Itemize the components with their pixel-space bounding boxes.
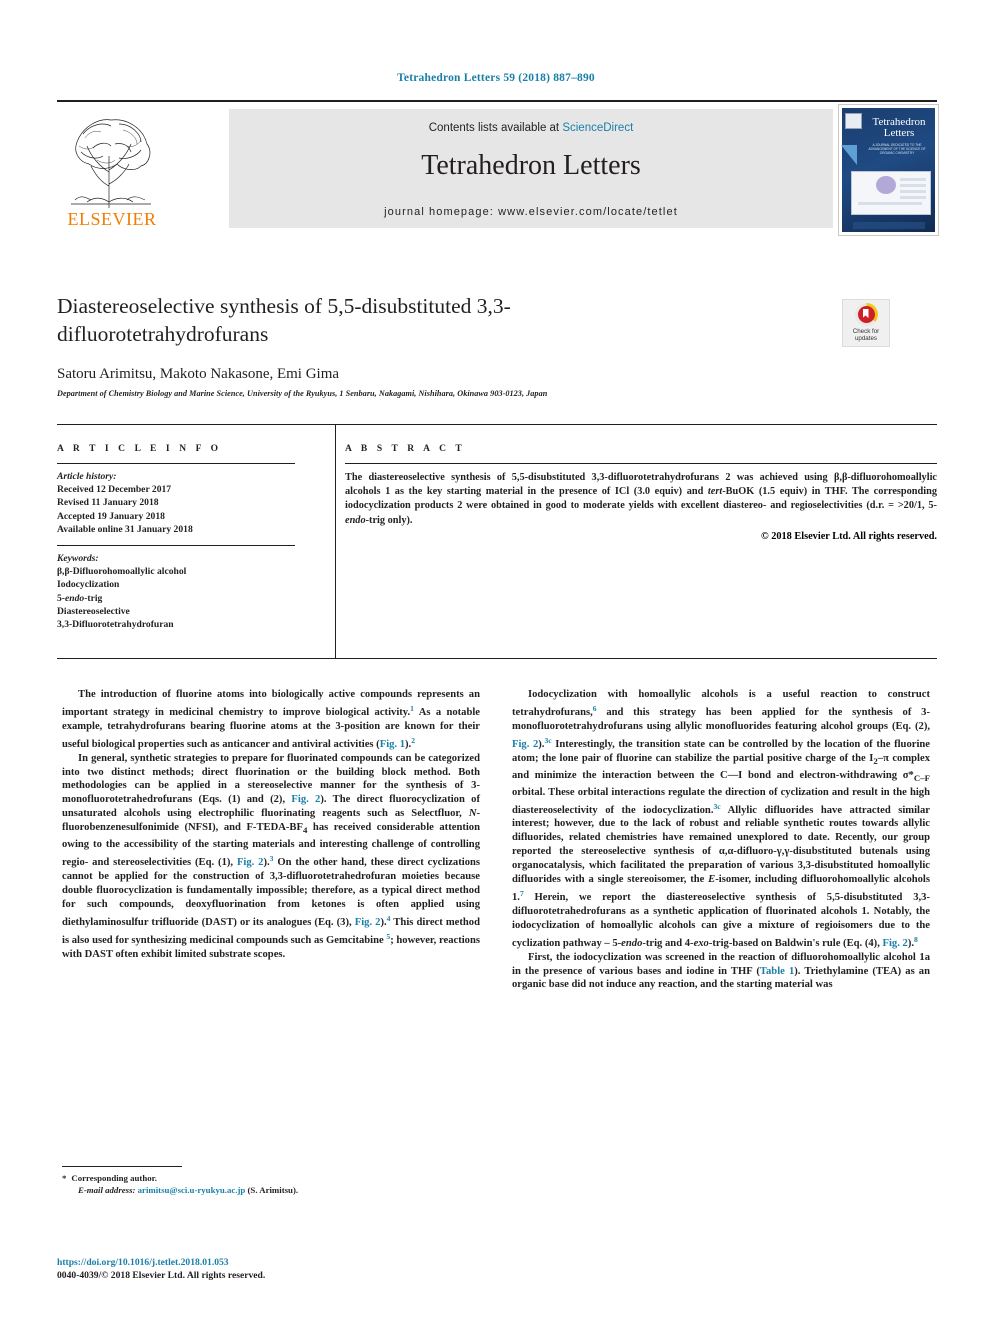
paragraph: First, the iodocyclization was screened … bbox=[512, 951, 930, 991]
running-head: Tetrahedron Letters 59 (2018) 887–890 bbox=[397, 72, 595, 84]
footnote-rule bbox=[62, 1166, 182, 1167]
issn-copyright-line: 0040-4039/© 2018 Elsevier Ltd. All right… bbox=[57, 1270, 266, 1281]
history-revised: Revised 11 January 2018 bbox=[57, 497, 159, 509]
abstract-column: A B S T R A C T The diastereoselective s… bbox=[345, 444, 937, 542]
masthead-top-rule bbox=[57, 100, 937, 102]
article-info-rule bbox=[57, 463, 295, 464]
corresponding-author-note: * Corresponding author. bbox=[62, 1172, 482, 1184]
elsevier-wordmark: ELSEVIER bbox=[67, 209, 157, 229]
email-label: E-mail address: bbox=[78, 1185, 136, 1196]
crossmark-icon bbox=[854, 303, 878, 326]
article-history: Article history: Received 12 December 20… bbox=[57, 470, 317, 536]
band-divider bbox=[335, 424, 336, 659]
article-history-label: Article history: bbox=[57, 471, 117, 482]
doi-block: https://doi.org/10.1016/j.tetlet.2018.01… bbox=[57, 1256, 517, 1282]
crossmark-line1: Check for bbox=[852, 328, 880, 335]
article-info-column: A R T I C L E I N F O Article history: R… bbox=[57, 444, 317, 631]
band-top-rule bbox=[57, 424, 937, 425]
keywords-list: Keywords: β,β-Difluorohomoallylic alcoho… bbox=[57, 552, 317, 631]
cover-text-bar bbox=[858, 202, 922, 205]
email-link[interactable]: arimitsu@sci.u-ryukyu.ac.jp bbox=[138, 1185, 246, 1195]
abstract-heading: A B S T R A C T bbox=[345, 444, 466, 454]
author-list: Satoru Arimitsu, Makoto Nakasone, Emi Gi… bbox=[57, 366, 657, 383]
history-online: Available online 31 January 2018 bbox=[57, 523, 193, 535]
crossmark-badge[interactable]: Check for updates bbox=[842, 299, 890, 347]
footnote-block: * Corresponding author. E-mail address: a… bbox=[62, 1172, 482, 1197]
sciencedirect-link[interactable]: ScienceDirect bbox=[562, 122, 633, 134]
abstract-text: The diastereoselective synthesis of 5,5-… bbox=[345, 472, 937, 526]
page-title: Diastereoselective synthesis of 5,5-disu… bbox=[57, 294, 511, 346]
cover-footer-band bbox=[853, 222, 925, 229]
elsevier-tree-icon bbox=[71, 119, 151, 208]
journal-cover-thumbnail: Tetrahedron Letters A JOURNAL DEDICATED … bbox=[838, 104, 939, 236]
article-info-heading: A R T I C L E I N F O bbox=[57, 444, 222, 454]
keyword-item: 3,3-Difluorotetrahydrofuran bbox=[57, 619, 174, 631]
cover-subtitle: A JOURNAL DEDICATED TO THE ADVANCEMENT O… bbox=[868, 143, 926, 156]
journal-name: Tetrahedron Letters bbox=[421, 150, 641, 181]
abstract-rule bbox=[345, 463, 937, 464]
crossmark-line2: updates bbox=[854, 335, 877, 342]
elsevier-logo: ELSEVIER bbox=[57, 112, 167, 230]
history-accepted: Accepted 19 January 2018 bbox=[57, 510, 165, 522]
abstract-copyright: © 2018 Elsevier Ltd. All rights reserved… bbox=[760, 530, 937, 542]
keywords-label: Keywords: bbox=[57, 553, 99, 565]
paragraph: The introduction of fluorine atoms into … bbox=[62, 689, 480, 750]
cover-text-bar bbox=[900, 178, 926, 181]
keyword-item: Diastereoselective bbox=[57, 605, 130, 617]
cover-badge-icon bbox=[845, 113, 862, 129]
band-bottom-rule bbox=[57, 658, 937, 659]
body-column-left: The introduction of fluorine atoms into … bbox=[62, 688, 480, 961]
cover-title: Tetrahedron Letters bbox=[872, 116, 926, 139]
cover-text-bar bbox=[900, 196, 926, 199]
crossmark-caption: Check for updates bbox=[853, 328, 879, 342]
corresponding-author-label: Corresponding author. bbox=[71, 1173, 157, 1183]
cover-text-bar bbox=[900, 190, 926, 193]
affiliation: Department of Chemistry Biology and Mari… bbox=[57, 389, 548, 398]
author-names: Satoru Arimitsu, Makoto Nakasone, Emi Gi… bbox=[57, 366, 340, 382]
journal-homepage-link[interactable]: journal homepage: www.elsevier.com/locat… bbox=[229, 206, 833, 218]
cover-graphical-abstract bbox=[851, 171, 931, 215]
keyword-item: β,β-Difluorohomoallylic alcohol bbox=[57, 566, 187, 578]
cover-molecule-blob bbox=[876, 176, 896, 194]
doi-link[interactable]: https://doi.org/10.1016/j.tetlet.2018.01… bbox=[57, 1256, 517, 1269]
keywords-rule bbox=[57, 545, 295, 547]
contents-list-line: Contents lists available at ScienceDirec… bbox=[229, 122, 833, 134]
cover-text-bar bbox=[900, 184, 926, 187]
paragraph: Iodocyclization with homoallylic alcohol… bbox=[512, 689, 930, 949]
contents-prefix: Contents lists available at bbox=[428, 122, 563, 134]
body-column-right: Iodocyclization with homoallylic alcohol… bbox=[512, 688, 930, 992]
journal-masthead: Contents lists available at ScienceDirec… bbox=[57, 100, 939, 236]
keyword-item: 5-endo-trig bbox=[57, 592, 103, 604]
journal-article-page: Tetrahedron Letters 59 (2018) 887–890 Co… bbox=[0, 0, 992, 1323]
paragraph: In general, synthetic strategies to prep… bbox=[62, 752, 481, 960]
keyword-item: Iodocyclization bbox=[57, 579, 120, 591]
cover-triangle-decor bbox=[841, 145, 857, 165]
email-note: E-mail address: arimitsu@sci.u-ryukyu.ac… bbox=[62, 1184, 482, 1196]
footnote-star: * bbox=[62, 1173, 67, 1183]
history-received: Received 12 December 2017 bbox=[57, 484, 172, 496]
email-suffix: (S. Arimitsu). bbox=[247, 1185, 299, 1196]
